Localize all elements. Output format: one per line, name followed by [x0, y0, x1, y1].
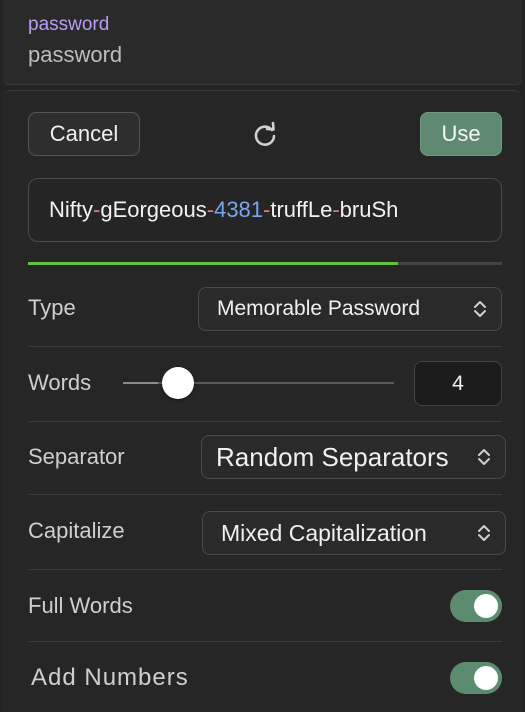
separator-label: Separator [28, 444, 125, 469]
type-label: Type [28, 295, 76, 320]
strength-meter [28, 262, 502, 265]
password-number: 4381 [214, 197, 264, 222]
chevron-updown-icon [474, 301, 486, 317]
chevron-updown-icon [478, 525, 490, 541]
separator-select-value: Random Separators [216, 442, 449, 472]
cancel-button[interactable]: Cancel [28, 112, 140, 156]
separator-select[interactable]: Random Separators [201, 435, 506, 479]
use-button[interactable]: Use [420, 112, 502, 156]
capitalize-label: Capitalize [28, 518, 125, 543]
chevron-updown-icon [478, 449, 490, 465]
capitalize-select-value: Mixed Capitalization [221, 520, 427, 546]
password-separator: - [332, 197, 340, 222]
divider [28, 641, 502, 642]
words-count-input[interactable]: 4 [414, 361, 502, 406]
words-label: Words [28, 370, 92, 395]
capitalize-select[interactable]: Mixed Capitalization [202, 511, 506, 555]
generated-password-display[interactable]: Nifty-gEorgeous-4381-truffLe-bruSh [28, 178, 502, 242]
divider [28, 346, 502, 347]
words-slider-thumb[interactable] [162, 367, 195, 399]
refresh-icon[interactable] [250, 120, 280, 150]
full-words-label: Full Words [28, 593, 133, 618]
strength-meter-fill [28, 262, 398, 265]
divider [28, 494, 502, 495]
field-value[interactable]: password [28, 42, 122, 68]
add-numbers-toggle[interactable] [450, 662, 502, 694]
divider [28, 421, 502, 422]
words-slider-fill [123, 382, 159, 384]
password-field-header[interactable]: password password [3, 0, 522, 85]
password-separator: - [206, 197, 215, 222]
toggle-knob [474, 594, 498, 618]
field-label: password [28, 14, 110, 35]
password-word: bruSh [339, 197, 399, 222]
add-numbers-label: Add Numbers [31, 664, 189, 691]
toggle-knob [474, 666, 498, 690]
full-words-toggle[interactable] [450, 590, 502, 622]
password-word: Nifty [49, 197, 93, 222]
password-word: truffLe [270, 197, 333, 222]
divider [28, 569, 502, 570]
type-select-value: Memorable Password [217, 297, 421, 320]
password-word: gEorgeous [100, 197, 207, 222]
type-select[interactable]: Memorable Password [198, 287, 502, 331]
